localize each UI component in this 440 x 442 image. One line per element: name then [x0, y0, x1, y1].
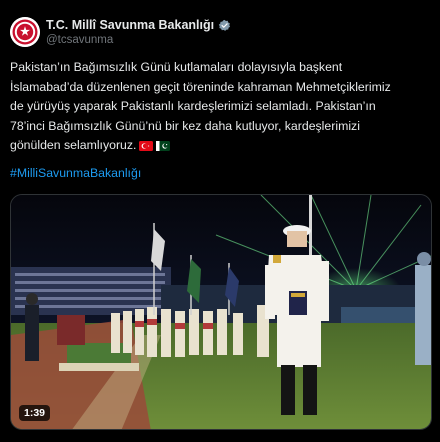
tweet-text-line: İslamabad’da düzenlenen geçit töreninde … [10, 79, 391, 94]
verified-badge-icon [218, 19, 231, 32]
crest-logo [10, 17, 40, 47]
hashtag-link[interactable]: #MilliSavunmaBakanlığı [10, 166, 141, 180]
tweet-text-line: 78’inci Bağımsızlık Günü’nü bir kez daha… [10, 118, 360, 133]
display-name[interactable]: T.C. Millî Savunma Bakanlığı [46, 18, 214, 32]
video-player[interactable]: 1:39 [10, 194, 432, 430]
avatar[interactable] [10, 17, 40, 47]
tweet-text-line-last: gönülden selamlıyoruz. [10, 136, 434, 158]
tweet-text-line: gönülden selamlıyoruz. [10, 138, 137, 153]
tweet-text-line: Pakistan’ın Bağımsızlık Günü kutlamaları… [10, 60, 343, 74]
video-frame [11, 195, 431, 429]
account-name-row: T.C. Millî Savunma Bakanlığı [46, 17, 231, 33]
tweet-text: Pakistan’ın Bağımsızlık Günü kutlamaları… [10, 58, 434, 158]
pakistan-flag-icon [156, 138, 171, 158]
turkey-flag-icon [139, 138, 154, 158]
video-duration: 1:39 [19, 405, 51, 421]
tweet-text-line: de yürüyüş yaparak Pakistanlı kardeşleri… [10, 99, 376, 114]
tweet: T.C. Millî Savunma Bakanlığı @tcsavunma … [0, 0, 440, 442]
account-handle[interactable]: @tcsavunma [46, 34, 113, 46]
